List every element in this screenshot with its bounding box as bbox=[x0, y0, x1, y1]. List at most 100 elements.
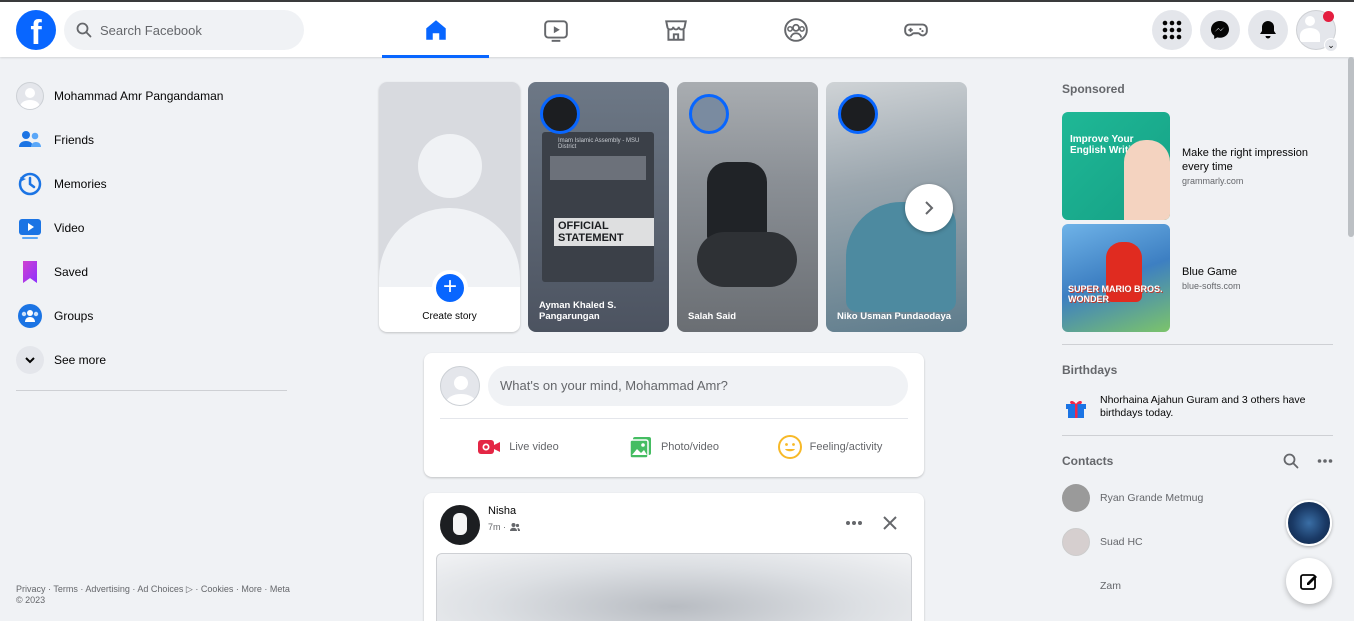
ad-title: Blue Game bbox=[1182, 266, 1238, 278]
profile-avatar[interactable] bbox=[440, 366, 480, 406]
footer-links[interactable]: Privacy · Terms · Advertising · Ad Choic… bbox=[16, 584, 296, 606]
ad-url: blue-softs.com bbox=[1182, 281, 1241, 291]
whats-on-your-mind-input[interactable]: What's on your mind, Mohammad Amr? bbox=[488, 366, 908, 406]
hide-post-button[interactable] bbox=[876, 509, 904, 537]
chevron-down-icon bbox=[16, 346, 44, 374]
birthday-notice[interactable]: Nhorhaina Ajahun Guram and 3 others have… bbox=[1062, 393, 1333, 421]
plus-icon[interactable]: + bbox=[432, 270, 468, 306]
profile-avatar bbox=[16, 82, 44, 110]
post-author-name[interactable]: Nisha bbox=[488, 505, 516, 517]
story-card-header: Imam Islamic Assembly - MSU District bbox=[558, 138, 640, 150]
story-avatar bbox=[838, 94, 878, 134]
sidebar-item-saved[interactable]: Saved bbox=[8, 250, 298, 294]
live-video-label: Live video bbox=[509, 441, 559, 453]
composer-divider bbox=[440, 418, 908, 419]
chevron-right-icon bbox=[925, 201, 934, 215]
ad-title: Make the right impression every time bbox=[1182, 147, 1308, 173]
search-input[interactable] bbox=[100, 22, 290, 38]
search-icon bbox=[76, 22, 92, 38]
menu-button[interactable] bbox=[1152, 10, 1192, 50]
scrollbar[interactable] bbox=[1348, 57, 1354, 237]
top-navigation-bar: f ⌄ bbox=[0, 0, 1354, 58]
contact-name: Ryan Grande Metmug bbox=[1100, 492, 1204, 504]
sidebar-item-label: Groups bbox=[54, 309, 94, 323]
tab-home[interactable] bbox=[382, 2, 489, 58]
create-story-label: Create story bbox=[422, 311, 477, 322]
photo-video-button[interactable]: Photo/video bbox=[596, 429, 752, 465]
sidebar-item-memories[interactable]: Memories bbox=[8, 162, 298, 206]
tab-watch[interactable] bbox=[502, 2, 609, 57]
gamepad-icon bbox=[903, 23, 928, 36]
footer-links-part1[interactable]: Privacy · Terms · Advertising · Ad Choic… bbox=[16, 584, 183, 594]
search-icon[interactable] bbox=[1283, 453, 1299, 469]
post-author-avatar[interactable] bbox=[440, 505, 480, 545]
post-options-button[interactable] bbox=[840, 509, 868, 537]
birthday-text: Nhorhaina Ajahun Guram and 3 others have… bbox=[1100, 394, 1306, 419]
post-composer: What's on your mind, Mohammad Amr? Live … bbox=[424, 353, 924, 477]
contact-avatar bbox=[1062, 572, 1090, 600]
story-card[interactable]: Salah Said bbox=[677, 82, 818, 332]
sidebar-divider bbox=[16, 390, 287, 391]
facebook-logo[interactable]: f bbox=[16, 10, 56, 50]
gift-icon bbox=[1062, 393, 1090, 421]
feeling-activity-button[interactable]: Feeling/activity bbox=[752, 429, 908, 465]
create-story-card[interactable]: + Create story bbox=[379, 82, 520, 332]
story-avatar bbox=[540, 94, 580, 134]
post-timestamp[interactable]: 7m · bbox=[488, 522, 506, 532]
tab-marketplace[interactable] bbox=[622, 2, 729, 57]
sidebar-item-label: See more bbox=[54, 353, 107, 367]
friends-audience-icon bbox=[510, 523, 520, 531]
feeling-activity-label: Feeling/activity bbox=[809, 441, 883, 453]
story-card-title: OFFICIAL STATEMENT bbox=[554, 218, 654, 246]
messenger-icon bbox=[1211, 21, 1229, 39]
sidebar-item-see-more[interactable]: See more bbox=[8, 338, 298, 382]
messenger-button[interactable] bbox=[1200, 10, 1240, 50]
sidebar-item-label: Mohammad Amr Pangandaman bbox=[54, 89, 224, 103]
notifications-button[interactable] bbox=[1248, 10, 1288, 50]
ad-image-person bbox=[1124, 140, 1170, 220]
more-horizontal-icon[interactable] bbox=[1317, 453, 1333, 469]
feed-post: Nisha 7m · bbox=[424, 493, 924, 621]
sidebar-item-groups[interactable]: Groups bbox=[8, 294, 298, 338]
story-image bbox=[707, 162, 767, 242]
sidebar-item-video[interactable]: Video bbox=[8, 206, 298, 250]
chevron-down-icon: ⌄ bbox=[1324, 38, 1338, 52]
notification-dot bbox=[1323, 11, 1334, 22]
post-meta: 7m · bbox=[488, 521, 521, 533]
story-author: Salah Said bbox=[688, 311, 737, 322]
photo-video-label: Photo/video bbox=[660, 441, 720, 453]
birthdays-heading: Birthdays bbox=[1062, 363, 1118, 377]
ad-image: SUPER MARIO BROS. WONDER bbox=[1062, 224, 1170, 332]
contacts-tools bbox=[1259, 453, 1333, 469]
sidebar-item-friends[interactable]: Friends bbox=[8, 118, 298, 162]
stories-next-button[interactable] bbox=[905, 184, 953, 232]
create-story-avatar bbox=[379, 82, 520, 287]
bookmark-icon bbox=[23, 261, 37, 283]
smiley-icon bbox=[777, 435, 802, 459]
video-icon bbox=[19, 219, 41, 239]
right-divider bbox=[1062, 435, 1333, 436]
stories-row: + Create story Imam Islamic Assembly - M… bbox=[379, 82, 975, 332]
ad-image-text: SUPER MARIO BROS. WONDER bbox=[1068, 284, 1163, 304]
bell-icon bbox=[1260, 21, 1276, 39]
tab-gaming[interactable] bbox=[862, 2, 969, 57]
sponsored-ad[interactable]: Improve Your English Writing Make the ri… bbox=[1062, 104, 1333, 228]
tab-groups[interactable] bbox=[742, 2, 849, 57]
chat-head-avatar[interactable] bbox=[1286, 500, 1332, 546]
story-avatar bbox=[689, 94, 729, 134]
post-image[interactable] bbox=[436, 553, 912, 621]
right-divider bbox=[1062, 344, 1333, 345]
story-image-bike bbox=[697, 232, 797, 287]
search-box[interactable] bbox=[64, 10, 304, 50]
live-video-button[interactable]: Live video bbox=[440, 429, 596, 465]
main-nav-tabs bbox=[382, 2, 982, 58]
new-message-button[interactable] bbox=[1286, 558, 1332, 604]
sponsored-ad[interactable]: SUPER MARIO BROS. WONDER Blue Game blue-… bbox=[1062, 216, 1333, 340]
sidebar-item-profile[interactable]: Mohammad Amr Pangandaman bbox=[8, 74, 298, 118]
account-button[interactable]: ⌄ bbox=[1296, 10, 1338, 52]
story-card[interactable]: Imam Islamic Assembly - MSU District OFF… bbox=[528, 82, 669, 332]
story-author: Ayman Khaled S. Pangarungan bbox=[539, 300, 617, 322]
photo-icon bbox=[629, 437, 651, 459]
home-icon bbox=[425, 19, 446, 40]
header-actions: ⌄ bbox=[1144, 10, 1338, 52]
